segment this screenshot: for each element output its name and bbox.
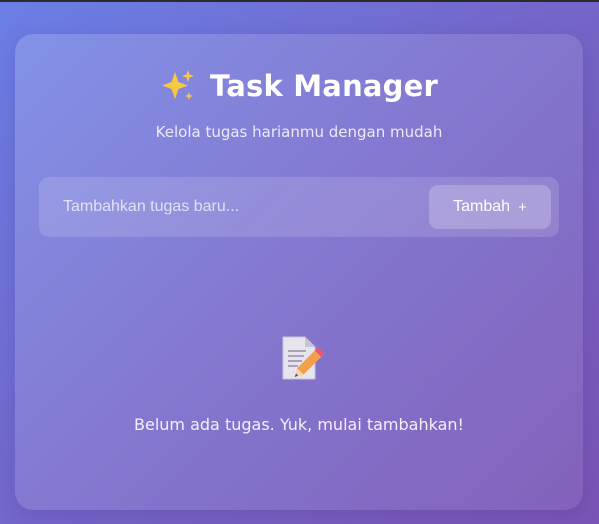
- plus-icon: +: [518, 198, 527, 216]
- memo-pencil-icon: [282, 336, 325, 380]
- task-manager-card: Task Manager Kelola tugas harianmu denga…: [15, 34, 583, 510]
- add-button-label: Tambah: [453, 198, 511, 215]
- sparkles-icon: [161, 70, 194, 100]
- window-top-border: [0, 0, 599, 2]
- empty-state-message: Belum ada tugas. Yuk, mulai tambahkan!: [134, 415, 464, 434]
- header: Task Manager: [15, 68, 583, 104]
- task-input-bar: Tambah +: [39, 177, 559, 237]
- add-task-button[interactable]: Tambah +: [429, 185, 551, 229]
- task-input[interactable]: [63, 177, 423, 237]
- page-subtitle: Kelola tugas harianmu dengan mudah: [155, 123, 443, 141]
- page-title: Task Manager: [209, 69, 439, 103]
